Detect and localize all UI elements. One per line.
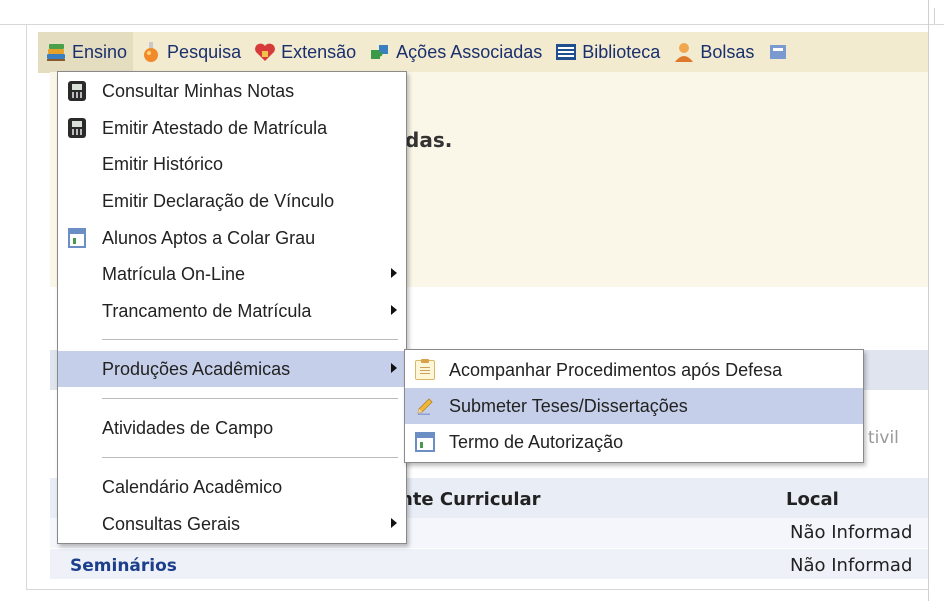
- submenu-item-label: Acompanhar Procedimentos após Defesa: [449, 359, 783, 380]
- menu-item-label: Emitir Declaração de Vínculo: [102, 190, 335, 211]
- menu-extensao-label: Extensão: [281, 41, 357, 62]
- clipboard-icon: [415, 359, 435, 380]
- menu-item-label: Alunos Aptos a Colar Grau: [102, 227, 316, 248]
- menu-item-matricula-online[interactable]: Matrícula On-Line: [58, 256, 406, 292]
- menu-item-label: Consultas Gerais: [102, 513, 241, 534]
- books-icon: [44, 40, 68, 64]
- menu-acoes-associadas-label: Ações Associadas: [396, 41, 543, 62]
- menu-item-label: Trancamento de Matrícula: [102, 300, 312, 321]
- menu-ensino[interactable]: Ensino: [38, 32, 134, 72]
- menu-pesquisa-label: Pesquisa: [167, 41, 242, 62]
- frame-top-line: [0, 24, 944, 25]
- menu-item-label: Matrícula On-Line: [102, 263, 246, 284]
- menu-bolsas[interactable]: Bolsas: [666, 32, 760, 72]
- window-icon: [68, 228, 86, 248]
- menu-item-label: Emitir Atestado de Matrícula: [102, 117, 328, 138]
- submenu-item-label: Submeter Teses/Dissertações: [449, 395, 688, 416]
- welcome-text-fragment: das.: [405, 128, 453, 152]
- menu-separator: [102, 339, 398, 341]
- ensino-dropdown-menu: Consultar Minhas Notas Emitir Atestado d…: [57, 71, 407, 544]
- table-cell-local: Não Informad: [790, 522, 913, 543]
- menu-item-label: Produções Acadêmicas: [102, 358, 291, 379]
- pencil-icon: [415, 396, 435, 416]
- flask-icon: [139, 40, 163, 64]
- submenu-arrow-icon: [391, 518, 397, 528]
- menu-separator: [102, 398, 398, 400]
- menu-separator: [102, 457, 398, 459]
- library-icon: [554, 40, 578, 64]
- person-icon: [672, 40, 696, 64]
- submenu-item-submeter-teses[interactable]: Submeter Teses/Dissertações: [405, 388, 863, 424]
- menu-bolsas-label: Bolsas: [700, 41, 755, 62]
- submenu-item-label: Termo de Autorização: [449, 431, 624, 452]
- phone-icon: [68, 81, 86, 101]
- menu-item-emitir-historico[interactable]: Emitir Histórico: [58, 146, 406, 182]
- puzzle-icon: [368, 40, 392, 64]
- menu-biblioteca[interactable]: Biblioteca: [548, 32, 666, 72]
- menu-item-label: Calendário Acadêmico: [102, 476, 283, 497]
- menu-item-producoes-academicas[interactable]: Produções Acadêmicas: [58, 351, 406, 387]
- menu-item-calendario-academico[interactable]: Calendário Acadêmico: [58, 469, 406, 505]
- menu-pesquisa[interactable]: Pesquisa: [133, 32, 247, 72]
- menu-item-alunos-aptos[interactable]: Alunos Aptos a Colar Grau: [58, 220, 406, 256]
- submenu-arrow-icon: [391, 268, 397, 278]
- menu-item-label: Atividades de Campo: [102, 417, 274, 438]
- main-menubar: Ensino Pesquisa Extensão Ações Associada…: [38, 32, 928, 73]
- frame-right-line: [928, 0, 929, 601]
- menu-item-consultas-gerais[interactable]: Consultas Gerais: [58, 506, 406, 542]
- producoes-submenu: Acompanhar Procedimentos após Defesa Sub…: [404, 349, 864, 463]
- menu-item-consultar-notas[interactable]: Consultar Minhas Notas: [58, 73, 406, 109]
- submenu-item-termo-autorizacao[interactable]: Termo de Autorização: [405, 424, 863, 460]
- frame-corner-tick: [934, 8, 935, 24]
- menu-item-emitir-declaracao[interactable]: Emitir Declaração de Vínculo: [58, 183, 406, 219]
- submenu-arrow-icon: [391, 363, 397, 373]
- menu-item-label: Emitir Histórico: [102, 153, 224, 174]
- submenu-item-acompanhar-procedimentos[interactable]: Acompanhar Procedimentos após Defesa: [405, 352, 863, 388]
- table-header-local: Local: [786, 489, 839, 510]
- menu-ensino-label: Ensino: [72, 41, 128, 62]
- truncated-menu-icon: [766, 40, 790, 64]
- window-icon: [415, 432, 435, 452]
- submenu-arrow-icon: [391, 305, 397, 315]
- heart-icon: [253, 40, 277, 64]
- table-cell-local: Não Informad: [790, 555, 913, 576]
- frame-left-line: [26, 24, 27, 590]
- menu-acoes-associadas[interactable]: Ações Associadas: [362, 32, 548, 72]
- menu-item-emitir-atestado[interactable]: Emitir Atestado de Matrícula: [58, 110, 406, 146]
- menu-item-trancamento[interactable]: Trancamento de Matrícula: [58, 293, 406, 329]
- menu-next-truncated[interactable]: [760, 32, 800, 72]
- phone-icon: [68, 118, 86, 138]
- menu-extensao[interactable]: Extensão: [247, 32, 362, 72]
- table-header-component: nte Curricular: [400, 489, 541, 510]
- menu-item-label: Consultar Minhas Notas: [102, 80, 295, 101]
- frame-bottom-line: [26, 589, 929, 590]
- grey-text-fragment: tivil: [868, 428, 899, 448]
- menu-biblioteca-label: Biblioteca: [582, 41, 661, 62]
- table-cell-component-link[interactable]: Seminários: [70, 556, 177, 576]
- menu-item-atividades-campo[interactable]: Atividades de Campo: [58, 410, 406, 446]
